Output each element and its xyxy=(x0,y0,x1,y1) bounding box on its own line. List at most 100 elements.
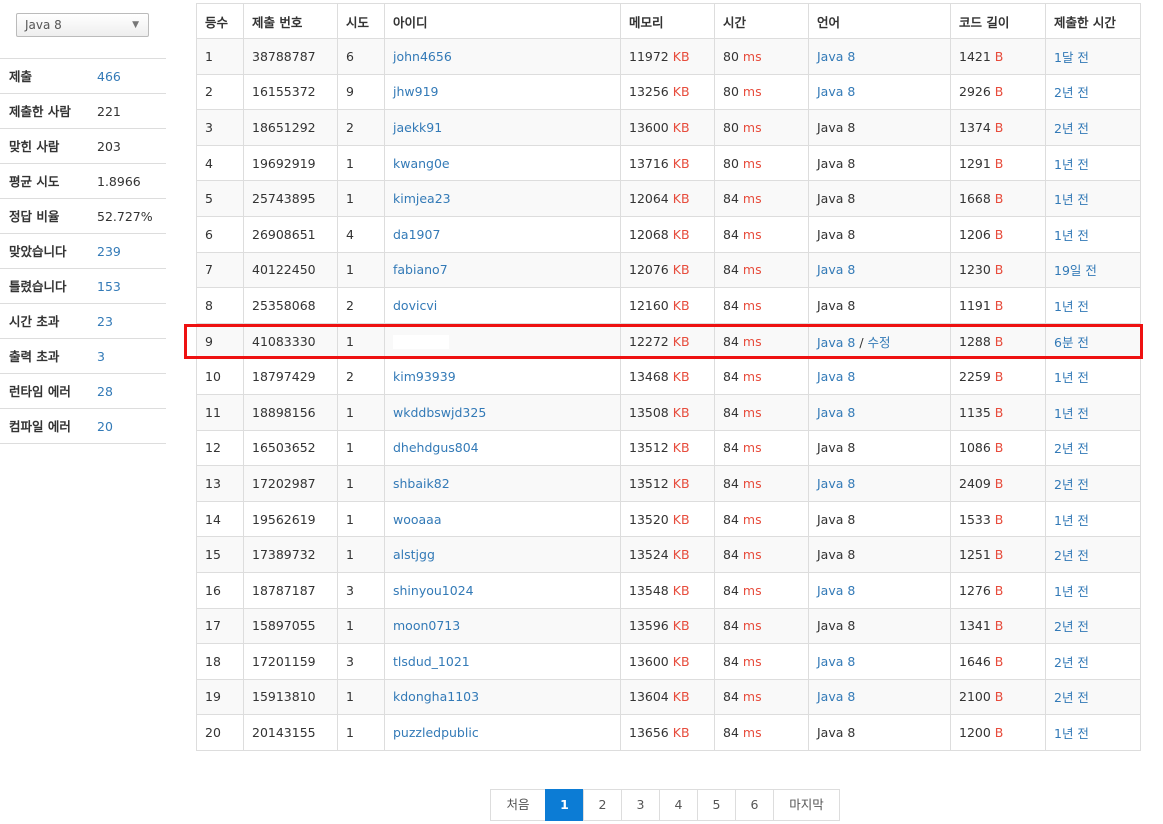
time-cell: 84 ms xyxy=(714,287,809,324)
tries-cell-value: 1 xyxy=(346,440,354,456)
submitted-time-cell-value[interactable]: 2년 전 xyxy=(1054,690,1089,705)
user-cell-value[interactable]: dhehdgus804 xyxy=(393,440,479,455)
user-cell: kwang0e xyxy=(384,144,621,182)
tries-cell: 1 xyxy=(337,678,385,716)
pagination-page[interactable]: 1 xyxy=(545,789,584,821)
tries-cell: 1 xyxy=(337,465,385,502)
stat-value[interactable]: 153 xyxy=(97,269,121,304)
user-cell-value[interactable]: alstjgg xyxy=(393,547,435,562)
submission-id-cell: 15913810 xyxy=(243,678,338,716)
time-cell: 84 ms xyxy=(714,251,809,289)
user-cell-value[interactable]: kdongha1103 xyxy=(393,689,479,704)
edit-link[interactable]: 수정 xyxy=(868,335,891,350)
pagination-page[interactable]: 3 xyxy=(621,789,660,821)
user-cell-value[interactable]: jhw919 xyxy=(393,84,438,99)
language-cell: Java 8 xyxy=(808,358,951,395)
column-header: 제출한 시간 xyxy=(1045,3,1141,39)
code-length-cell-unit: B xyxy=(994,333,1004,349)
tries-cell-value: 2 xyxy=(346,119,354,135)
submitted-time-cell: 19일 전 xyxy=(1045,251,1141,289)
rank-cell-value: 3 xyxy=(205,119,213,135)
user-cell-value[interactable]: moon0713 xyxy=(393,618,460,633)
stat-value: 52.727% xyxy=(97,209,153,224)
stat-value[interactable]: 466 xyxy=(97,59,121,94)
submitted-time-cell-value[interactable]: 1년 전 xyxy=(1054,299,1089,314)
user-cell-value[interactable]: tlsdud_1021 xyxy=(393,654,470,669)
pagination-page[interactable]: 4 xyxy=(659,789,698,821)
user-cell-value[interactable]: kwang0e xyxy=(393,156,450,171)
user-cell-value[interactable]: da1907 xyxy=(393,227,440,242)
user-cell-value[interactable]: john4656 xyxy=(393,49,452,64)
time-cell-unit: ms xyxy=(742,191,762,207)
submitted-time-cell-value[interactable]: 1년 전 xyxy=(1054,406,1089,421)
submitted-time-cell-value[interactable]: 1년 전 xyxy=(1054,370,1089,385)
pagination-page[interactable]: 2 xyxy=(583,789,622,821)
submission-id-cell-value: 18797429 xyxy=(252,369,316,385)
language-value: Java 8 xyxy=(817,191,856,207)
submitted-time-cell-value[interactable]: 1달 전 xyxy=(1054,50,1089,65)
submitted-time-cell-value[interactable]: 2년 전 xyxy=(1054,619,1089,634)
pagination-page[interactable]: 5 xyxy=(697,789,736,821)
submitted-time-cell-value[interactable]: 1년 전 xyxy=(1054,228,1089,243)
submitted-time-cell-value[interactable]: 2년 전 xyxy=(1054,655,1089,670)
stat-row: 시간 초과 23 xyxy=(0,304,166,339)
language-value: Java 8 xyxy=(817,547,856,563)
language-value[interactable]: Java 8 xyxy=(817,405,855,420)
submission-id-cell: 15897055 xyxy=(243,607,338,645)
language-value[interactable]: Java 8 xyxy=(817,335,855,350)
user-cell-value[interactable]: shinyou1024 xyxy=(393,583,474,598)
submitted-time-cell-value[interactable]: 2년 전 xyxy=(1054,121,1089,136)
code-length-cell-unit: B xyxy=(994,653,1004,669)
time-cell-value: 84 xyxy=(723,618,739,634)
rank-cell-value: 2 xyxy=(205,84,213,100)
stat-value[interactable]: 3 xyxy=(97,339,105,374)
stat-label: 제출한 사람 xyxy=(9,104,71,119)
language-select[interactable]: Java 8 ▼ xyxy=(16,13,149,37)
submitted-time-cell-value[interactable]: 1년 전 xyxy=(1054,513,1089,528)
language-value[interactable]: Java 8 xyxy=(817,583,855,598)
column-header: 메모리 xyxy=(620,3,715,39)
pagination-last[interactable]: 마지막 xyxy=(773,789,840,821)
code-length-cell-value: 1230 xyxy=(959,262,991,278)
submitted-time-cell-value[interactable]: 1년 전 xyxy=(1054,157,1089,172)
user-cell-value[interactable]: puzzledpublic xyxy=(393,725,479,740)
user-cell-value[interactable]: kim93939 xyxy=(393,369,456,384)
time-cell: 84 ms xyxy=(714,571,809,609)
stat-value[interactable]: 28 xyxy=(97,374,113,409)
user-cell-value[interactable]: shbaik82 xyxy=(393,476,450,491)
submitted-time-cell-value[interactable]: 2년 전 xyxy=(1054,477,1089,492)
submitted-time-cell-value[interactable]: 19일 전 xyxy=(1054,263,1097,278)
language-value[interactable]: Java 8 xyxy=(817,49,855,64)
submitted-time-cell-value[interactable]: 1년 전 xyxy=(1054,192,1089,207)
submitted-time-cell-value[interactable]: 2년 전 xyxy=(1054,85,1089,100)
rank-cell: 12 xyxy=(196,429,244,467)
language-value[interactable]: Java 8 xyxy=(817,369,855,384)
language-value[interactable]: Java 8 xyxy=(817,262,855,277)
user-cell-value[interactable]: dovicvi xyxy=(393,298,437,313)
language-value[interactable]: Java 8 xyxy=(817,689,855,704)
pagination-first[interactable]: 처음 xyxy=(490,789,546,821)
user-cell-value[interactable]: jaekk91 xyxy=(393,120,442,135)
pagination-page[interactable]: 6 xyxy=(735,789,774,821)
time-cell-unit: ms xyxy=(742,653,762,669)
submitted-time-cell-value[interactable]: 2년 전 xyxy=(1054,548,1089,563)
stat-row: 런타임 에러 28 xyxy=(0,374,166,409)
language-value[interactable]: Java 8 xyxy=(817,84,855,99)
user-cell-value[interactable]: kimjea23 xyxy=(393,191,451,206)
submitted-time-cell-value[interactable]: 1년 전 xyxy=(1054,726,1089,741)
stat-value[interactable]: 20 xyxy=(97,409,113,444)
submitted-time-cell-value[interactable]: 2년 전 xyxy=(1054,441,1089,456)
rank-cell-value: 19 xyxy=(205,689,221,705)
user-cell-value[interactable]: wkddbswjd325 xyxy=(393,405,486,420)
submitted-time-cell-value[interactable]: 1년 전 xyxy=(1054,584,1089,599)
user-cell: kimjea23 xyxy=(384,180,621,217)
language-value[interactable]: Java 8 xyxy=(817,476,855,491)
language-value[interactable]: Java 8 xyxy=(817,654,855,669)
tries-cell: 1 xyxy=(337,322,385,360)
stat-value[interactable]: 23 xyxy=(97,304,113,339)
stat-value[interactable]: 239 xyxy=(97,234,121,269)
tries-cell-value: 4 xyxy=(346,226,354,242)
user-cell-value[interactable]: fabiano7 xyxy=(393,262,448,277)
user-cell-value[interactable]: wooaaa xyxy=(393,512,442,527)
submitted-time-cell-value[interactable]: 6분 전 xyxy=(1054,335,1089,350)
